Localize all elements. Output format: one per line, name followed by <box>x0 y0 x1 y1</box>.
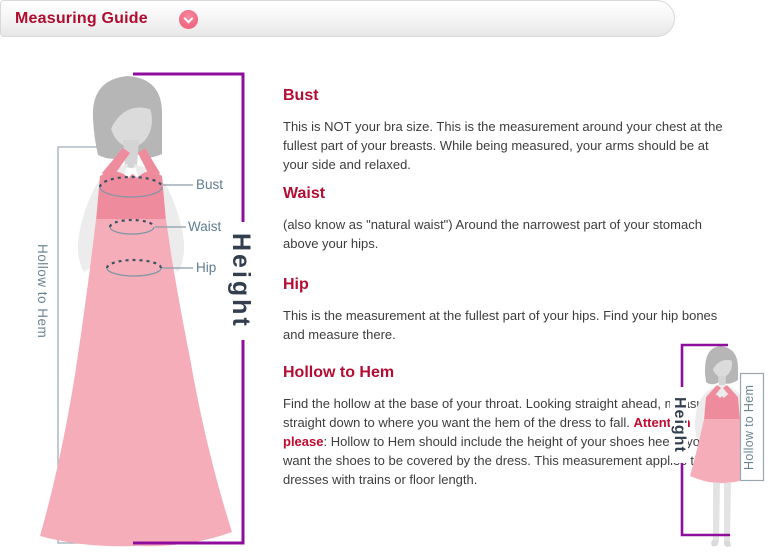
chevron-glyph <box>184 13 194 23</box>
measurement-diagram: Bust Waist Hip Height Hollow to Hem <box>28 58 258 550</box>
guide-text-column: Bust This is NOT your bra size. This is … <box>283 0 725 553</box>
measuring-guide-page: Measuring Guide <box>0 0 778 553</box>
small-height-label: Height <box>670 387 688 463</box>
page-title: Measuring Guide <box>1 10 148 28</box>
hip-label: Hip <box>196 260 216 275</box>
measurement-figure-graphic <box>28 58 258 550</box>
waist-label: Waist <box>188 219 221 234</box>
hip-description: This is the measurement at the fullest p… <box>283 306 725 344</box>
hollow-to-hem-heading: Hollow to Hem <box>283 363 725 383</box>
hollow-to-hem-label: Hollow to Hem <box>35 244 50 376</box>
section-hollow-to-hem: Hollow to Hem Find the hollow at the bas… <box>283 363 725 489</box>
dress-bodice <box>96 171 166 226</box>
bust-description: This is NOT your bra size. This is the m… <box>283 117 725 174</box>
hollow-body-rest: : Hollow to Hem should include the heigh… <box>283 434 707 487</box>
waist-description: (also know as "natural waist") Around th… <box>283 215 725 253</box>
short-dress-diagram: Height Hollow to Hem <box>660 335 778 553</box>
section-bust: Bust This is NOT your bra size. This is … <box>283 86 725 174</box>
section-hip: Hip This is the measurement at the fulle… <box>283 275 725 344</box>
height-label: Height <box>226 222 255 340</box>
small-bodice <box>704 394 740 423</box>
hollow-to-hem-description: Find the hollow at the base of your thro… <box>283 394 725 489</box>
bust-label: Bust <box>196 177 223 192</box>
waist-heading: Waist <box>283 184 725 204</box>
hip-heading: Hip <box>283 275 725 295</box>
section-waist: Waist (also know as "natural waist") Aro… <box>283 184 725 253</box>
bust-heading: Bust <box>283 86 725 106</box>
small-feet <box>711 540 731 547</box>
chevron-down-icon[interactable] <box>179 10 198 29</box>
small-hollow-to-hem-label: Hollow to Hem <box>742 376 763 478</box>
